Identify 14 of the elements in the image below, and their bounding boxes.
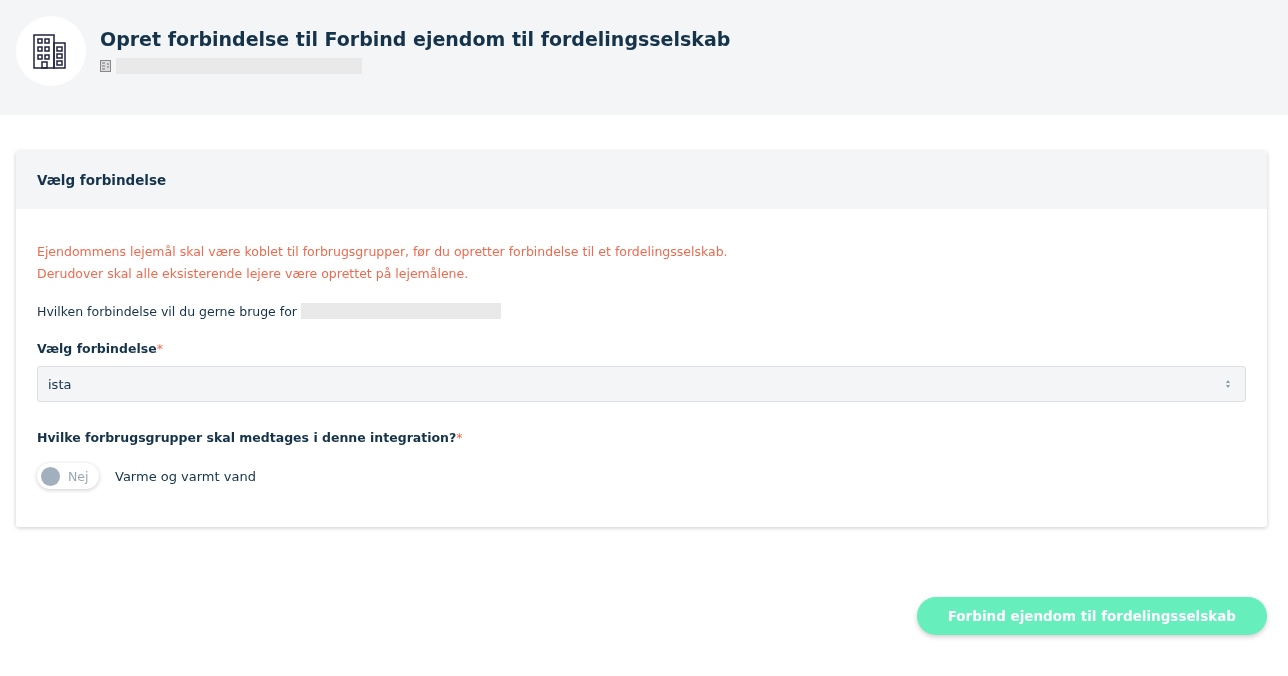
toggle-switch[interactable]: Nej — [37, 463, 99, 489]
required-mark: * — [456, 430, 463, 445]
page-title: Opret forbindelse til Forbind ejendom til fordelingsselskab — [100, 27, 731, 50]
toggle-label: Varme og varmt vand — [115, 468, 256, 484]
sort-icon — [1225, 379, 1231, 389]
required-mark: * — [156, 341, 163, 356]
warning-text: Ejendommens lejemål skal være koblet til forbrugsgrupper, før du opretter forbindelse til et fordelingsselskab. — [37, 243, 729, 261]
warning-text: Derudover skal alle eksisterende lejere være oprettet på lejemålene. — [37, 265, 470, 283]
connection-select[interactable]: ista — [37, 366, 1246, 402]
building-icon — [100, 59, 111, 72]
question-text: Hvilken forbindelse vil du gerne bruge for — [37, 303, 297, 319]
card-title: Vælg forbindelse — [37, 172, 167, 188]
field-label: Hvilke forbrugsgrupper skal medtages i denne integration? — [37, 430, 457, 445]
field-label: Vælg forbindelse — [37, 341, 157, 356]
